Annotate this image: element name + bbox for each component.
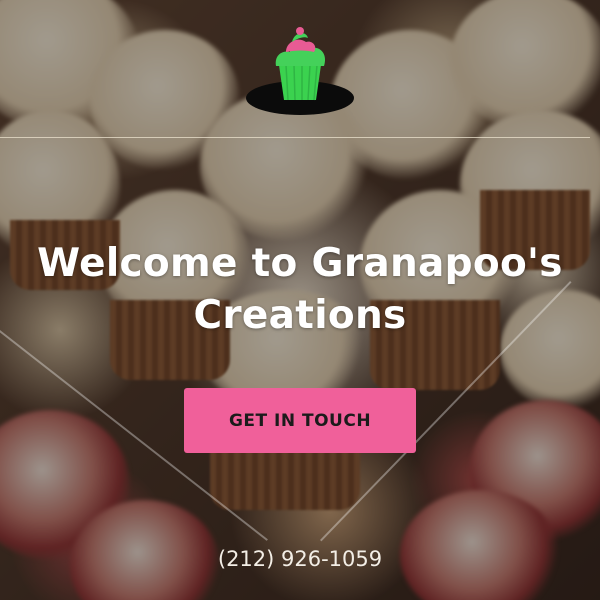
phone-link[interactable]: (212) 926-1059 (150, 547, 450, 571)
cupcake-logo-icon[interactable] (246, 20, 354, 116)
get-in-touch-button[interactable]: GET IN TOUCH (184, 388, 416, 453)
page-title: Welcome to Granapoo's Creations (37, 241, 563, 338)
header-divider (0, 137, 590, 138)
